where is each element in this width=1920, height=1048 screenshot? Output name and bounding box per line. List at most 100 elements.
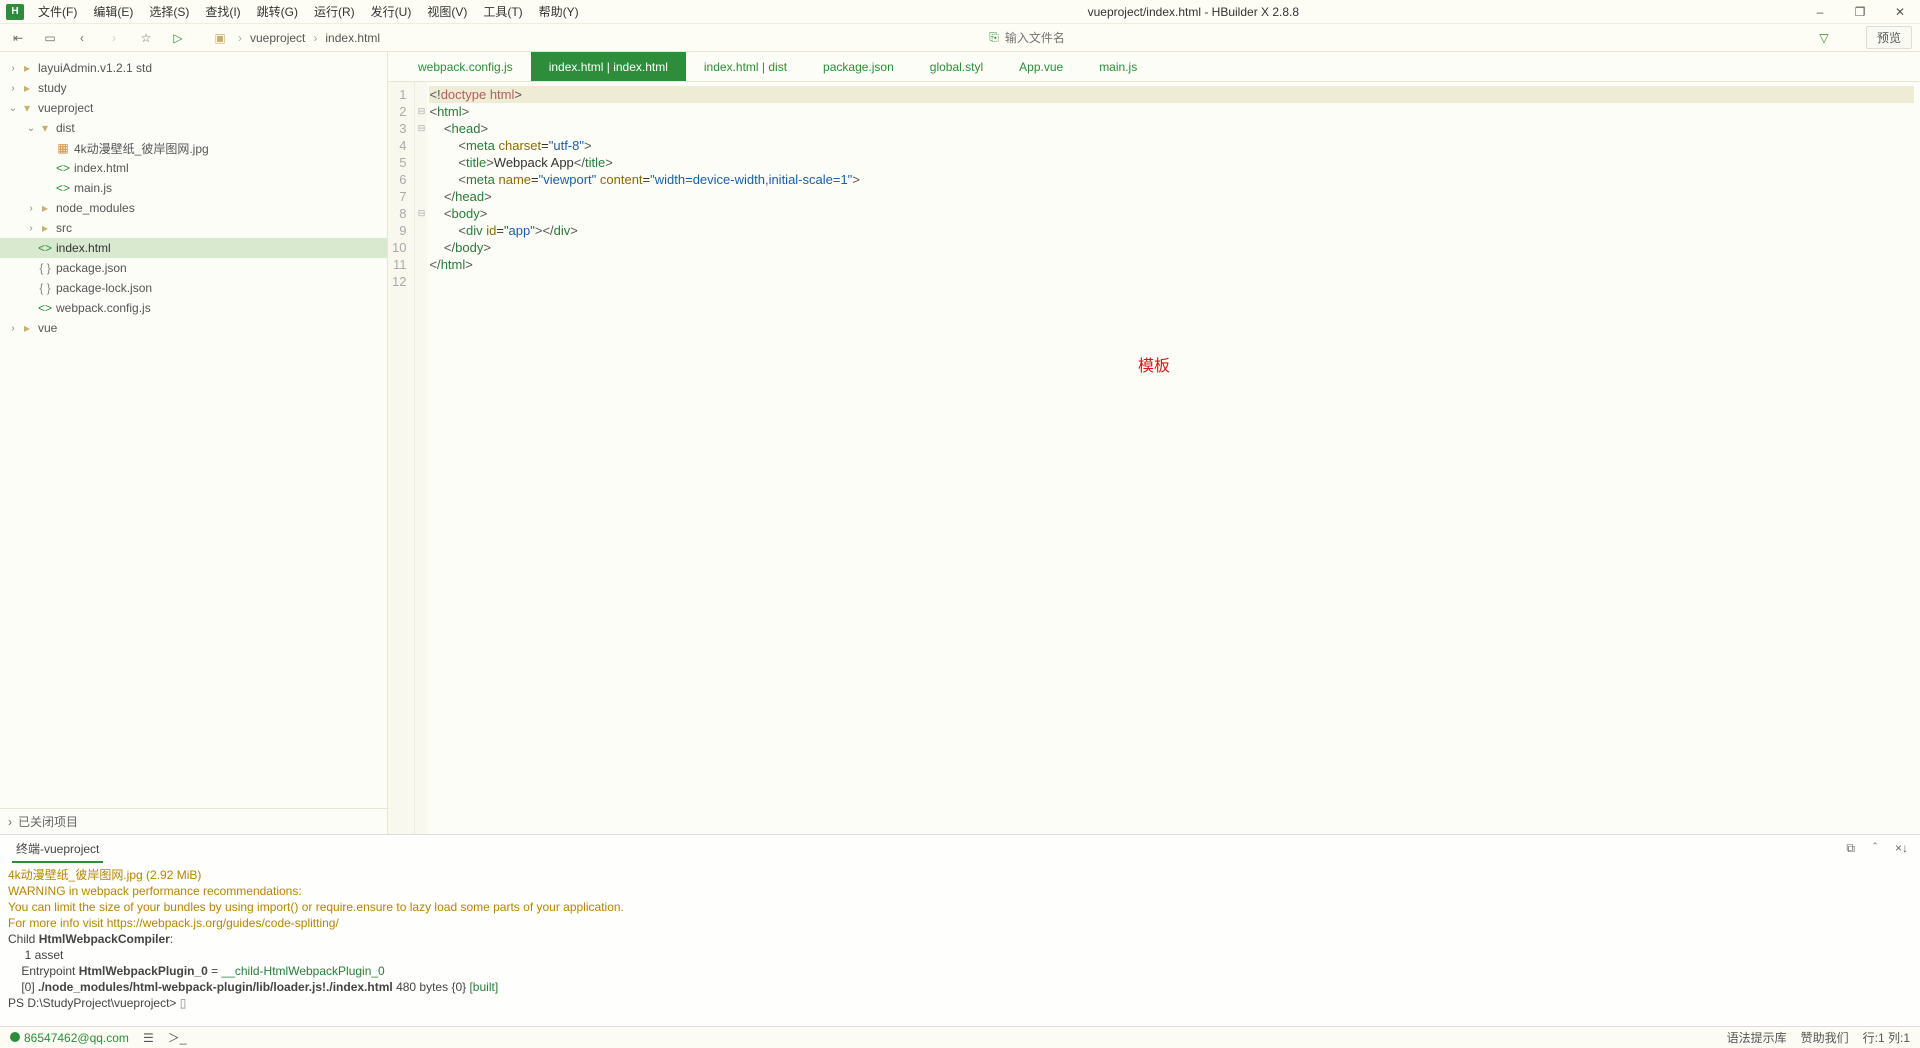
code-line[interactable]: <body> <box>429 205 1914 222</box>
donate-button[interactable]: 赞助我们 <box>1801 1029 1849 1046</box>
terminal-close-icon[interactable]: ×↓ <box>1895 841 1908 858</box>
chevron-icon: › <box>24 223 38 234</box>
nav-forward-icon[interactable]: › <box>104 28 124 48</box>
run-icon[interactable]: ▷ <box>168 28 188 48</box>
file-search[interactable]: ⎘ <box>989 30 1205 45</box>
tree-label: src <box>56 221 72 235</box>
tree-item[interactable]: { }package-lock.json <box>0 278 387 298</box>
tree-label: layuiAdmin.v1.2.1 std <box>38 61 152 75</box>
tree-label: vue <box>38 321 57 335</box>
new-file-icon[interactable]: ▭ <box>40 28 60 48</box>
status-user[interactable]: 86547462@qq.com <box>10 1031 129 1045</box>
chevron-icon: › <box>24 203 38 214</box>
nav-back-icon[interactable]: ‹ <box>72 28 92 48</box>
app-logo: H <box>6 4 24 20</box>
tree-item[interactable]: ›▸ vue <box>0 318 387 338</box>
code-line[interactable]: <head> <box>429 120 1914 137</box>
preview-button[interactable]: 预览 <box>1866 26 1912 49</box>
tree-label: main.js <box>74 181 112 195</box>
menu-item[interactable]: 编辑(E) <box>85 0 141 24</box>
code-line[interactable]: <meta name="viewport" content="width=dev… <box>429 171 1914 188</box>
code-editor[interactable]: 123456789101112 ⊟⊟⊟ <!doctype html><html… <box>388 82 1920 834</box>
tree-item[interactable]: { }package.json <box>0 258 387 278</box>
code-line[interactable]: <!doctype html> <box>429 86 1914 103</box>
terminal-line: PS D:\StudyProject\vueproject> ▯ <box>8 995 1912 1011</box>
terminal-line: For more info visit https://webpack.js.o… <box>8 915 1912 931</box>
terminal-line: Child HtmlWebpackCompiler: <box>8 931 1912 947</box>
menu-item[interactable]: 工具(T) <box>475 0 530 24</box>
code-line[interactable]: </html> <box>429 256 1914 273</box>
breadcrumb-item[interactable]: index.html <box>325 31 380 45</box>
folder-open-icon: ▾ <box>38 121 52 135</box>
tree-item[interactable]: ›▸ study <box>0 78 387 98</box>
editor-tab[interactable]: index.html | index.html <box>531 52 686 81</box>
closed-projects[interactable]: › 已关闭项目 <box>0 808 387 834</box>
tree-item[interactable]: ›▸layuiAdmin.v1.2.1 std <box>0 58 387 78</box>
status-indent-icon[interactable]: ☰ <box>143 1031 154 1045</box>
close-window-button[interactable]: ✕ <box>1880 0 1920 24</box>
explorer-collapse-icon[interactable]: ⇤ <box>8 28 28 48</box>
breadcrumb-item[interactable]: vueproject <box>250 31 305 45</box>
tree-label: package-lock.json <box>56 281 152 295</box>
editor-tab[interactable]: App.vue <box>1001 52 1081 81</box>
editor-tab[interactable]: package.json <box>805 52 912 81</box>
code-line[interactable]: </body> <box>429 239 1914 256</box>
tree-item[interactable]: ⌄▾dist <box>0 118 387 138</box>
menu-item[interactable]: 帮助(Y) <box>531 0 587 24</box>
file-tree: ›▸layuiAdmin.v1.2.1 std›▸study⌄▾vueproje… <box>0 52 387 808</box>
menu-item[interactable]: 运行(R) <box>306 0 363 24</box>
chevron-icon: › <box>6 323 20 334</box>
code-line[interactable]: <title>Webpack App</title> <box>429 154 1914 171</box>
maximize-button[interactable]: ❐ <box>1840 0 1880 24</box>
tree-label: vueproject <box>38 101 93 115</box>
code-line[interactable]: <div id="app"></div> <box>429 222 1914 239</box>
editor-tab[interactable]: index.html | dist <box>686 52 805 81</box>
tree-item[interactable]: ⌄▾ vueproject <box>0 98 387 118</box>
terminal-line: 4k动漫壁纸_彼岸图网.jpg (2.92 MiB) <box>8 867 1912 883</box>
tree-label: dist <box>56 121 75 135</box>
search-icon: ⎘ <box>989 30 999 45</box>
code-line[interactable]: <meta charset="utf-8"> <box>429 137 1914 154</box>
folder-open-icon: ▾ <box>20 101 34 115</box>
code-line[interactable]: <html> <box>429 103 1914 120</box>
minimize-button[interactable]: – <box>1800 0 1840 24</box>
tree-item[interactable]: <> webpack.config.js <box>0 298 387 318</box>
tree-item[interactable]: <>main.js <box>0 178 387 198</box>
search-input[interactable] <box>1005 31 1205 45</box>
menu-item[interactable]: 查找(I) <box>197 0 248 24</box>
menu-item[interactable]: 视图(V) <box>419 0 475 24</box>
menu-item[interactable]: 选择(S) <box>141 0 197 24</box>
tree-label: webpack.config.js <box>56 301 151 315</box>
tree-item[interactable]: ▦4k动漫壁纸_彼岸图网.jpg <box>0 138 387 158</box>
folder-icon: ▸ <box>20 321 34 335</box>
editor-tab[interactable]: webpack.config.js <box>400 52 531 81</box>
editor-tab[interactable]: global.styl <box>912 52 1001 81</box>
menu-item[interactable]: 发行(U) <box>363 0 420 24</box>
code-line[interactable]: </head> <box>429 188 1914 205</box>
folder-icon: ▸ <box>20 81 34 95</box>
terminal-collapse-icon[interactable]: ＾ <box>1869 841 1881 858</box>
editor-tab[interactable]: main.js <box>1081 52 1155 81</box>
menu-item[interactable]: 文件(F) <box>30 0 85 24</box>
terminal-body[interactable]: 4k动漫壁纸_彼岸图网.jpg (2.92 MiB)WARNING in web… <box>0 863 1920 1026</box>
syntax-hint-button[interactable]: 语法提示库 <box>1727 1029 1787 1046</box>
tree-item[interactable]: <>index.html <box>0 158 387 178</box>
menu-item[interactable]: 跳转(G) <box>249 0 306 24</box>
code-icon: <> <box>38 301 52 315</box>
status-terminal-icon[interactable]: ＞_ <box>168 1029 187 1046</box>
tree-label: study <box>38 81 67 95</box>
tree-label: index.html <box>56 241 111 255</box>
chevron-icon: ⌄ <box>6 103 20 114</box>
star-icon[interactable]: ☆ <box>136 28 156 48</box>
tree-item[interactable]: ›▸node_modules <box>0 198 387 218</box>
code-line[interactable] <box>429 273 1914 290</box>
tree-item[interactable]: <>index.html <box>0 238 387 258</box>
terminal-tab[interactable]: 终端-vueproject <box>12 836 103 863</box>
chevron-icon: › <box>6 83 20 94</box>
json-icon: { } <box>38 261 52 275</box>
img-icon: ▦ <box>56 141 70 155</box>
toolbar: ⇤ ▭ ‹ › ☆ ▷ ▣ › vueproject › index.html … <box>0 24 1920 52</box>
tree-item[interactable]: ›▸src <box>0 218 387 238</box>
terminal-newwindow-icon[interactable]: ⧉ <box>1846 841 1855 858</box>
filter-icon[interactable]: ▽ <box>1814 28 1834 48</box>
